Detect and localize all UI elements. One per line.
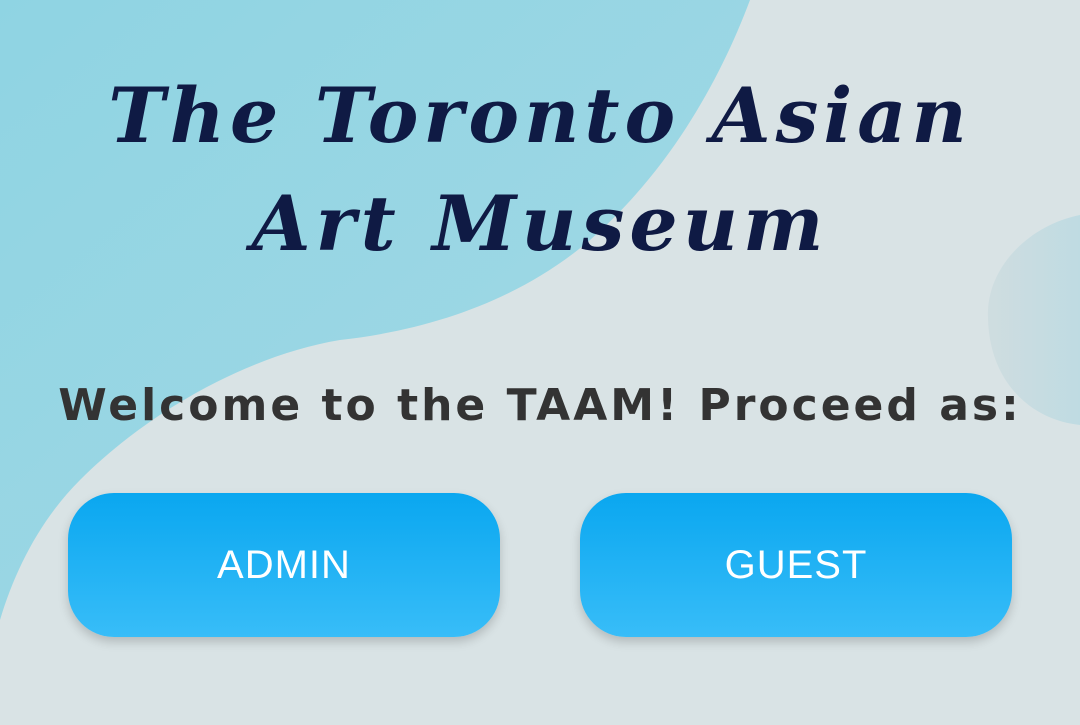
admin-button[interactable]: ADMIN — [68, 493, 500, 637]
guest-button[interactable]: GUEST — [580, 493, 1012, 637]
title-line-1: The Toronto Asian — [108, 71, 972, 160]
welcome-message: Welcome to the TAAM! Proceed as: — [58, 380, 1022, 431]
title-line-2: Art Museum — [251, 179, 829, 268]
page-title: The Toronto Asian Art Museum — [0, 62, 1080, 278]
